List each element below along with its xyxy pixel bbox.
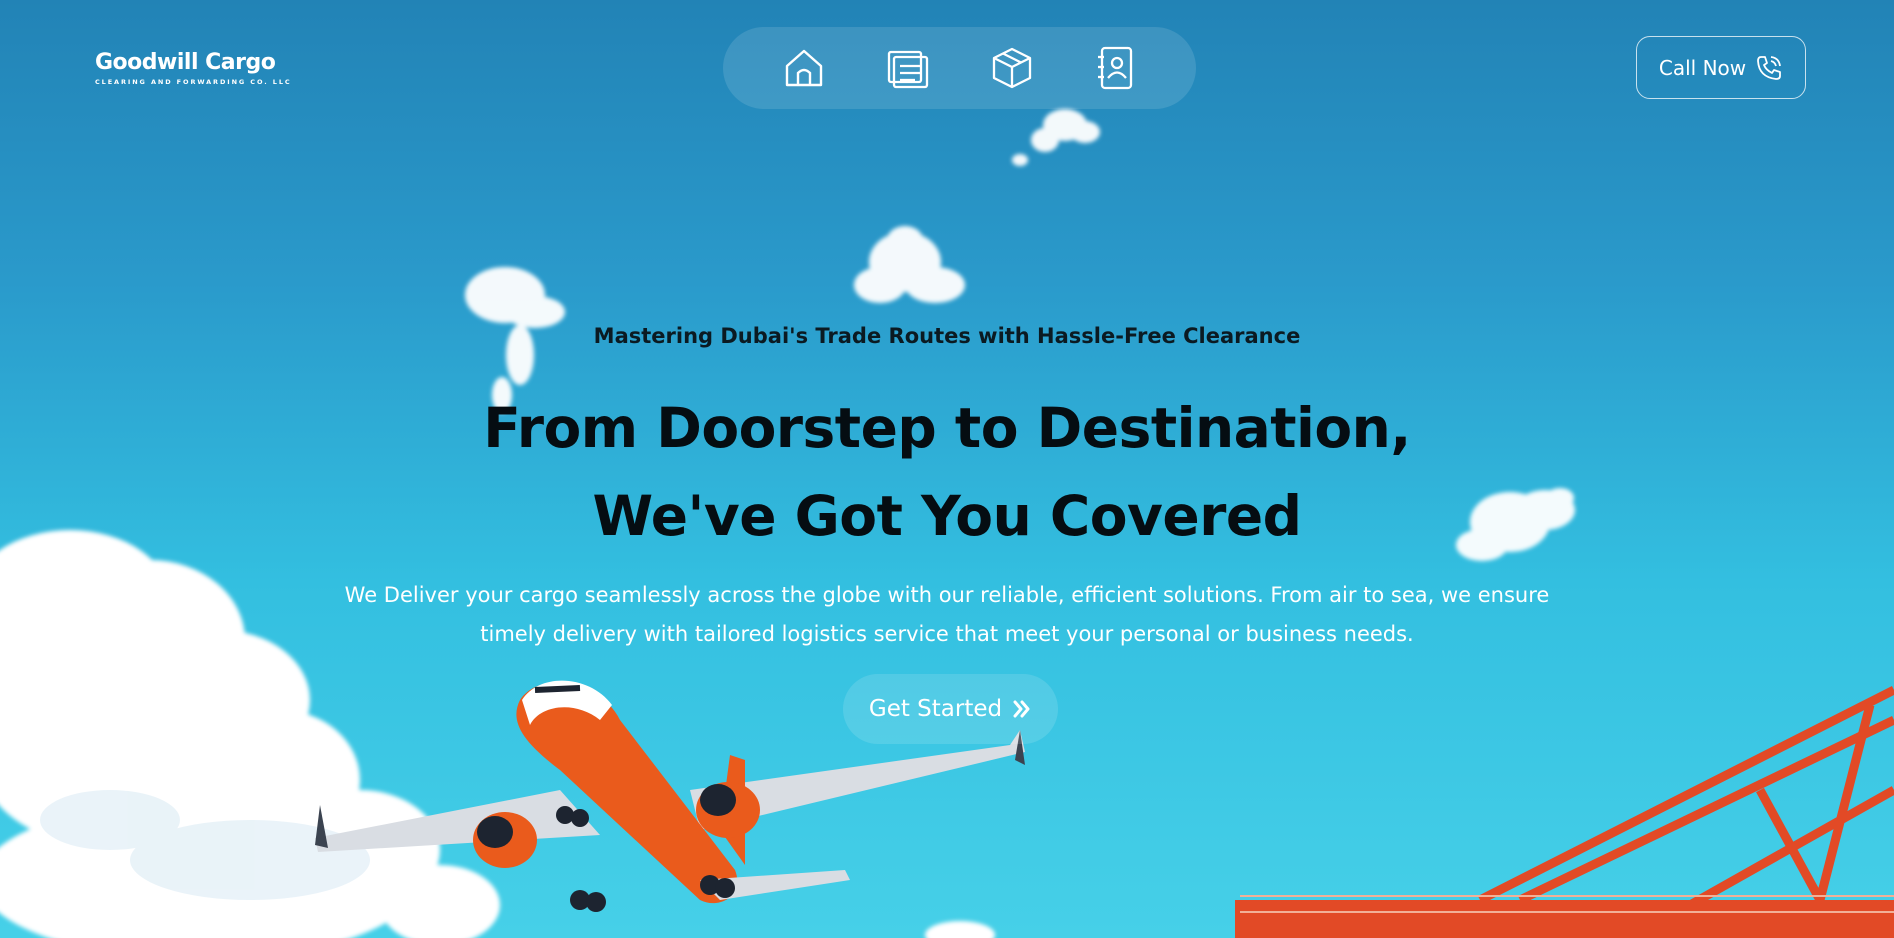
call-now-label: Call Now bbox=[1658, 55, 1747, 80]
home-icon bbox=[785, 49, 822, 87]
nav-services[interactable] bbox=[882, 42, 934, 94]
brand-name: Goodwill Cargo bbox=[95, 50, 276, 75]
nav-home[interactable] bbox=[778, 42, 830, 94]
nav-shipping[interactable] bbox=[986, 42, 1038, 94]
hero-description-line1: We Deliver your cargo seamlessly across … bbox=[344, 583, 1550, 607]
brand-logo[interactable]: Goodwill Cargo CLEARING AND FORWARDING C… bbox=[95, 50, 292, 86]
get-started-label: Get Started bbox=[868, 696, 1003, 722]
phone-call-icon bbox=[1757, 55, 1782, 80]
double-chevron-right-icon bbox=[1013, 700, 1030, 718]
hero-subtitle: Mastering Dubai's Trade Routes with Hass… bbox=[593, 324, 1301, 348]
cloud-center bbox=[854, 226, 965, 303]
services-document-icon bbox=[887, 50, 928, 89]
nav-contact[interactable] bbox=[1090, 42, 1142, 94]
hero-headline: From Doorstep to Destination, We've Got … bbox=[0, 384, 1894, 560]
brand-tagline: CLEARING AND FORWARDING CO. LLC bbox=[95, 78, 292, 86]
port-crane bbox=[1477, 685, 1894, 909]
call-now-button[interactable]: Call Now bbox=[1636, 36, 1806, 99]
crane-beam bbox=[1235, 900, 1894, 938]
hero-headline-line1: From Doorstep to Destination, bbox=[483, 396, 1411, 460]
cloud-top bbox=[1012, 109, 1100, 166]
hero-headline-line2: We've Got You Covered bbox=[592, 484, 1303, 548]
contact-book-icon bbox=[1097, 46, 1132, 90]
hero-description-line2: timely delivery with tailored logistics … bbox=[480, 622, 1414, 646]
get-started-button[interactable]: Get Started bbox=[843, 674, 1058, 744]
main-nav bbox=[723, 27, 1196, 109]
hero-description: We Deliver your cargo seamlessly across … bbox=[0, 576, 1894, 654]
package-box-icon bbox=[992, 47, 1031, 89]
